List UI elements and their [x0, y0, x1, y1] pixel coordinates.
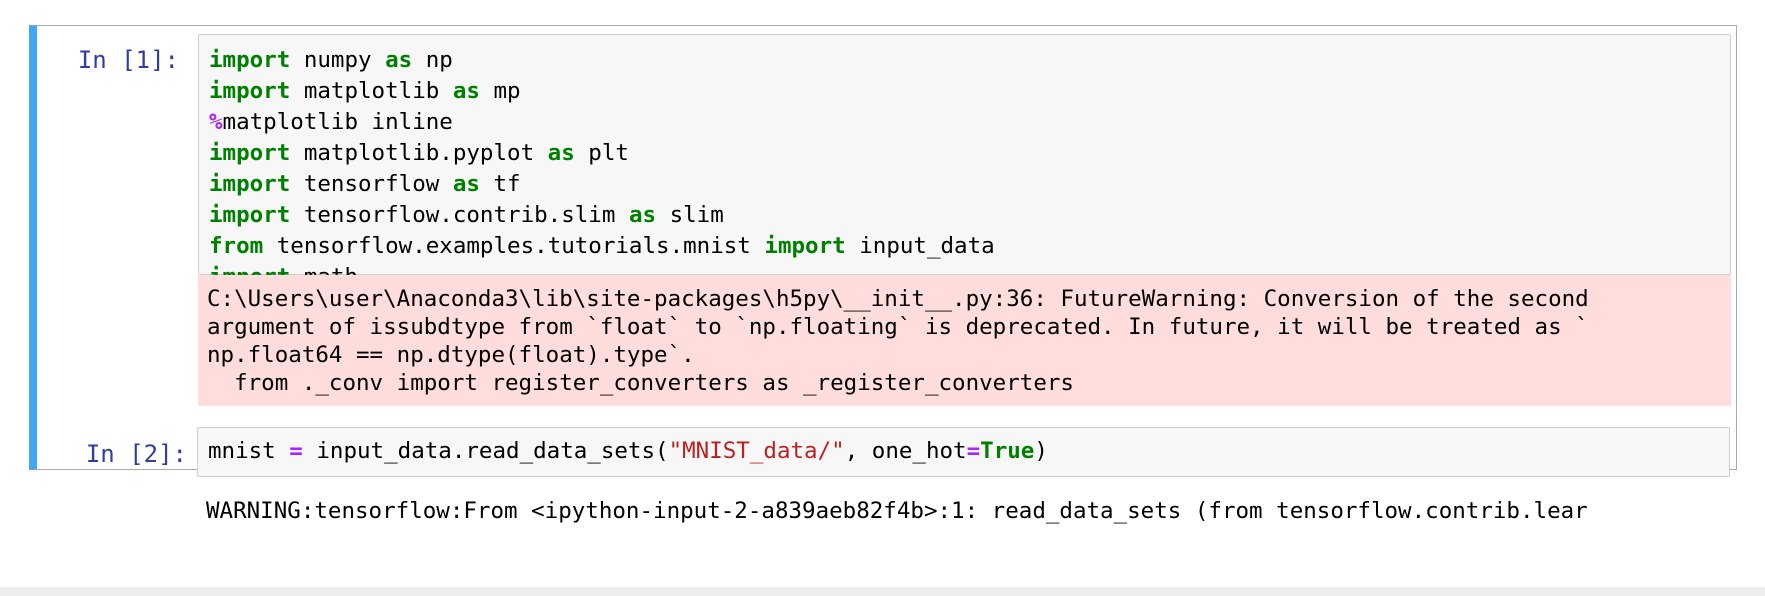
code-line: import matplotlib as mp: [209, 78, 521, 104]
input-prompt-2-label: In [2]:: [85, 440, 187, 468]
stderr-line: C:\Users\user\Anaconda3\lib\site-package…: [207, 286, 1589, 312]
code-line: import tensorflow.contrib.slim as slim: [209, 202, 724, 228]
code-editor-2[interactable]: mnist = input_data.read_data_sets("MNIST…: [197, 427, 1730, 477]
stderr-line: np.float64 == np.dtype(float).type`.: [207, 342, 695, 368]
input-prompt-1: In [1]:: [77, 46, 179, 74]
code-line: mnist = input_data.read_data_sets("MNIST…: [208, 438, 1048, 464]
code-cell-1[interactable]: In [1]: import numpy as np import matplo…: [29, 25, 1737, 470]
code-line: import matplotlib.pyplot as plt: [209, 140, 629, 166]
output-area-2: WARNING:tensorflow:From <ipython-input-2…: [197, 487, 1730, 547]
code-line: import numpy as np: [209, 47, 453, 73]
stderr-output-1: C:\Users\user\Anaconda3\lib\site-package…: [198, 275, 1731, 406]
output-line: WARNING:tensorflow:From <ipython-input-2…: [206, 498, 1588, 524]
code-line: import tensorflow as tf: [209, 171, 521, 197]
code-editor-1[interactable]: import numpy as np import matplotlib as …: [198, 34, 1731, 290]
stderr-line: argument of issubdtype from `float` to `…: [207, 314, 1589, 340]
stderr-line: from ._conv import register_converters a…: [207, 370, 1074, 396]
notebook-page: In [1]: import numpy as np import matplo…: [0, 0, 1765, 587]
code-line: from tensorflow.examples.tutorials.mnist…: [209, 233, 995, 259]
code-line: %matplotlib inline: [209, 109, 453, 135]
